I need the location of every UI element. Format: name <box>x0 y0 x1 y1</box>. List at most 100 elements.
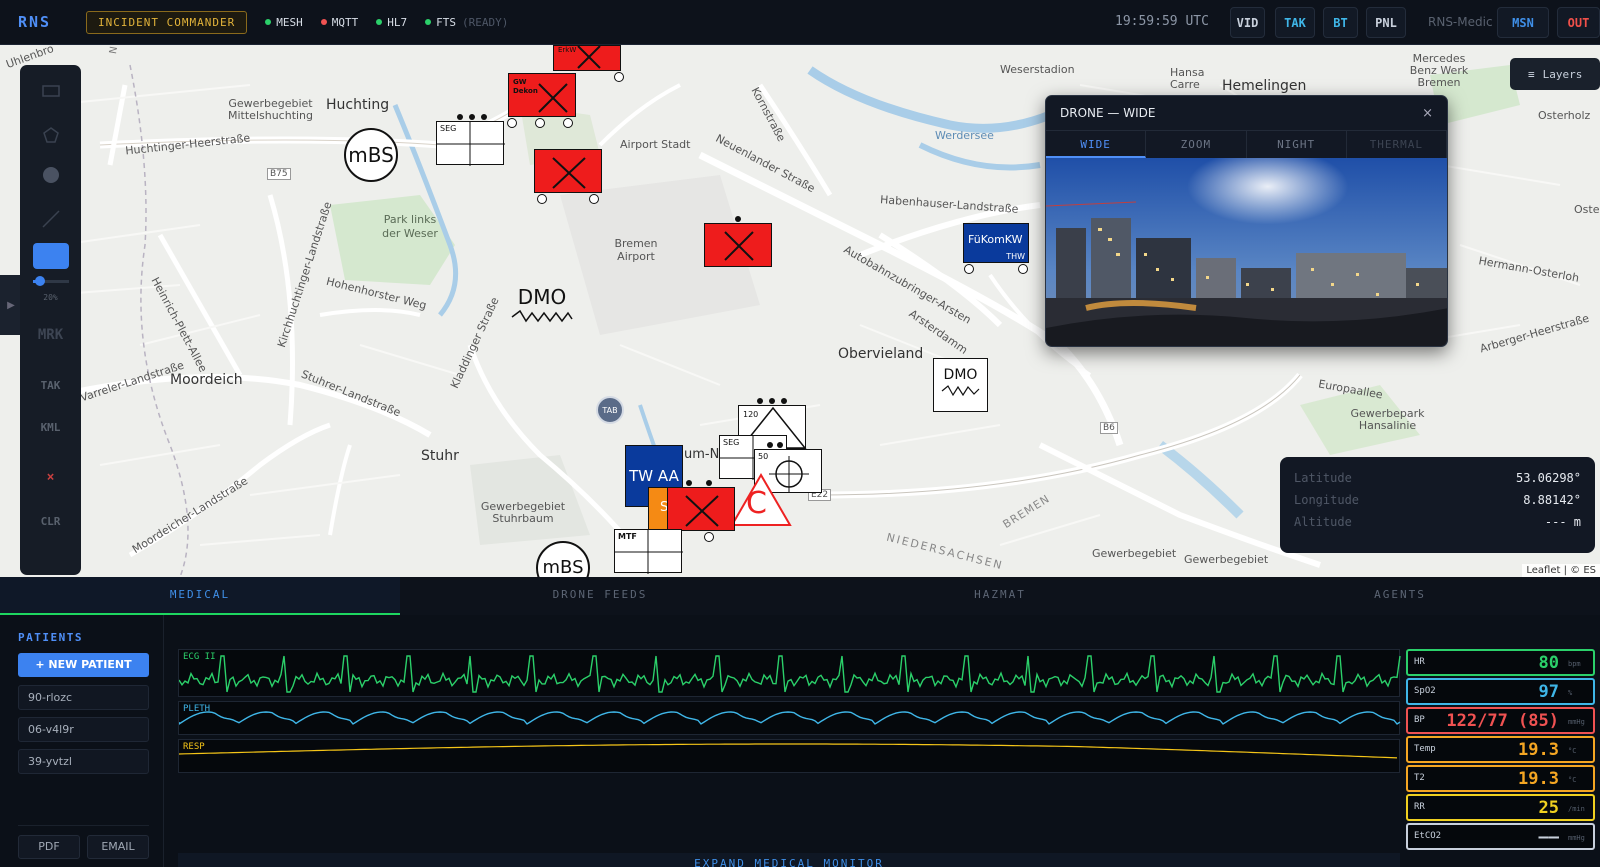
status-hl7: HL7 <box>376 16 407 29</box>
marker-tool[interactable]: MRK <box>20 327 81 343</box>
status-dot-icon <box>376 19 383 25</box>
drone-tab-thermal[interactable]: THERMAL <box>1347 131 1447 158</box>
email-button[interactable]: EMAIL <box>87 835 149 859</box>
vital-unit: bpm <box>1568 660 1581 668</box>
vital-label: Temp <box>1414 744 1436 754</box>
resp-waveform: RESP <box>178 739 1400 773</box>
line-icon <box>42 210 60 228</box>
rail-collapse-handle[interactable]: ▶ <box>0 275 22 335</box>
expand-monitor-button[interactable]: EXPAND MEDICAL MONITOR <box>178 853 1400 867</box>
unit-tab[interactable]: TAB <box>596 396 624 424</box>
drone-tab-zoom[interactable]: ZOOM <box>1146 131 1247 158</box>
patient-item[interactable]: 90-rlozc <box>18 685 149 710</box>
pnl-button[interactable]: PNL <box>1366 7 1406 38</box>
opacity-slider[interactable] <box>33 276 69 286</box>
draw-line-tool[interactable] <box>33 201 69 237</box>
unit-seg-1[interactable]: SEG <box>436 114 505 166</box>
tab-medical[interactable]: MEDICAL <box>0 577 400 615</box>
role-badge[interactable]: INCIDENT COMMANDER <box>86 10 248 34</box>
vital-t2: T2 19.3 °C <box>1406 765 1595 792</box>
tak-button[interactable]: TAK <box>1275 7 1315 38</box>
vital-unit: mmHg <box>1568 718 1585 726</box>
longitude-value: 8.88142° <box>1523 493 1581 507</box>
resp-trace <box>178 743 1398 759</box>
vital-label: BP <box>1414 715 1425 725</box>
map-label: Bremen Airport <box>614 237 658 263</box>
logout-button[interactable]: OUT <box>1557 7 1600 38</box>
vital-label: HR <box>1414 657 1425 667</box>
vital-value: 19.3 <box>1518 740 1559 760</box>
slider-handle[interactable] <box>35 276 45 286</box>
tab-agents[interactable]: AGENTS <box>1200 577 1600 615</box>
vid-button[interactable]: VID <box>1230 7 1265 38</box>
drone-tab-wide[interactable]: WIDE <box>1046 131 1147 158</box>
unit-mtf[interactable]: MTF <box>614 529 683 574</box>
map-label: Gewerbegebiet <box>1184 553 1269 566</box>
unit-gw-dekon[interactable]: GW Dekon <box>507 73 576 128</box>
drone-feed-panel: DRONE — WIDE × WIDE ZOOM NIGHT THERMAL <box>1045 95 1448 347</box>
vital-label: EtCO2 <box>1414 831 1442 841</box>
unit-um-n-label: um-N <box>684 447 720 462</box>
clear-button[interactable]: CLR <box>20 515 81 528</box>
circle-icon <box>43 167 59 183</box>
map-label: Mercedes Benz Werk Bremen <box>1409 52 1469 89</box>
status-mesh: MESH <box>265 16 303 29</box>
zigzag-icon <box>941 385 980 397</box>
draw-circle-tool[interactable] <box>33 157 69 193</box>
map-label: Werdersee <box>935 129 994 142</box>
drone-tab-night[interactable]: NIGHT <box>1247 131 1347 158</box>
unit-mbs[interactable]: mBS <box>344 128 398 182</box>
unit-red-vehicle-3[interactable] <box>667 480 735 542</box>
tak-tool[interactable]: TAK <box>20 379 81 392</box>
unit-dmo-2[interactable]: DMO <box>933 358 988 412</box>
status-dot-icon <box>425 19 432 25</box>
top-bar: RNS INCIDENT COMMANDER MESH MQTT HL7 FTS… <box>0 0 1600 45</box>
unit-dmo-1[interactable]: DMO <box>508 285 576 329</box>
bt-button[interactable]: BT <box>1323 7 1358 38</box>
vital-label: SpO2 <box>1414 686 1436 696</box>
map-label: Airport Stadt <box>620 138 691 151</box>
longitude-row: Longitude 8.88142° <box>1294 493 1581 515</box>
tab-drone-feeds[interactable]: DRONE FEEDS <box>400 577 800 615</box>
map-label: Hansa Carre <box>1170 66 1205 91</box>
map-label: Obervieland <box>838 346 924 362</box>
status-mqtt: MQTT <box>320 16 358 29</box>
draw-rectangle-tool[interactable] <box>33 73 69 109</box>
vital-rr: RR 25/min <box>1406 794 1595 821</box>
patient-item[interactable]: 06-v4l9r <box>18 717 149 742</box>
kml-tool[interactable]: KML <box>20 421 81 434</box>
status-fts: FTS (READY) <box>425 16 508 29</box>
new-patient-button[interactable]: + NEW PATIENT <box>18 653 149 677</box>
pdf-button[interactable]: PDF <box>18 835 80 859</box>
map-label: Huchting <box>326 97 390 113</box>
unit-red-vehicle-1[interactable] <box>534 149 602 204</box>
rectangle-icon <box>42 85 60 97</box>
unit-fukomkw[interactable]: FüKomKW THW <box>963 223 1029 274</box>
patient-item[interactable]: 39-yvtzl <box>18 749 149 774</box>
map-label: Weserstadion <box>1000 63 1075 76</box>
status-dot-icon <box>320 19 327 25</box>
latitude-row: Latitude 53.06298° <box>1294 471 1581 493</box>
drone-video-frame <box>1046 158 1447 346</box>
msn-button[interactable]: MSN <box>1497 7 1549 38</box>
map-attribution[interactable]: Leaflet | © ES <box>1522 564 1600 577</box>
vital-label: RR <box>1414 802 1425 812</box>
draw-polygon-tool[interactable] <box>33 117 69 153</box>
divider <box>18 825 149 826</box>
unit-red-vehicle-2[interactable] <box>704 216 772 267</box>
vital-value: 19.3 <box>1518 769 1559 789</box>
tab-hazmat[interactable]: HAZMAT <box>800 577 1200 615</box>
map-label: Oste <box>1574 203 1600 216</box>
unit-erkw[interactable]: ErkW <box>553 45 624 82</box>
close-icon[interactable]: × <box>1422 106 1433 121</box>
ecg-trace <box>178 655 1401 693</box>
layers-button[interactable]: ≡ Layers <box>1510 58 1600 90</box>
close-icon[interactable]: × <box>20 470 81 485</box>
map-label: Stuhr <box>421 448 459 464</box>
color-swatch[interactable] <box>33 243 69 269</box>
vital-label: T2 <box>1414 773 1425 783</box>
vital-value: 122/77 (85) <box>1446 711 1559 731</box>
unit-hazard-c[interactable]: C <box>730 473 792 527</box>
vital-unit: /min <box>1568 805 1585 813</box>
map-view[interactable]: Huchting Gewerbegebiet Mittelshuchting H… <box>0 45 1600 577</box>
